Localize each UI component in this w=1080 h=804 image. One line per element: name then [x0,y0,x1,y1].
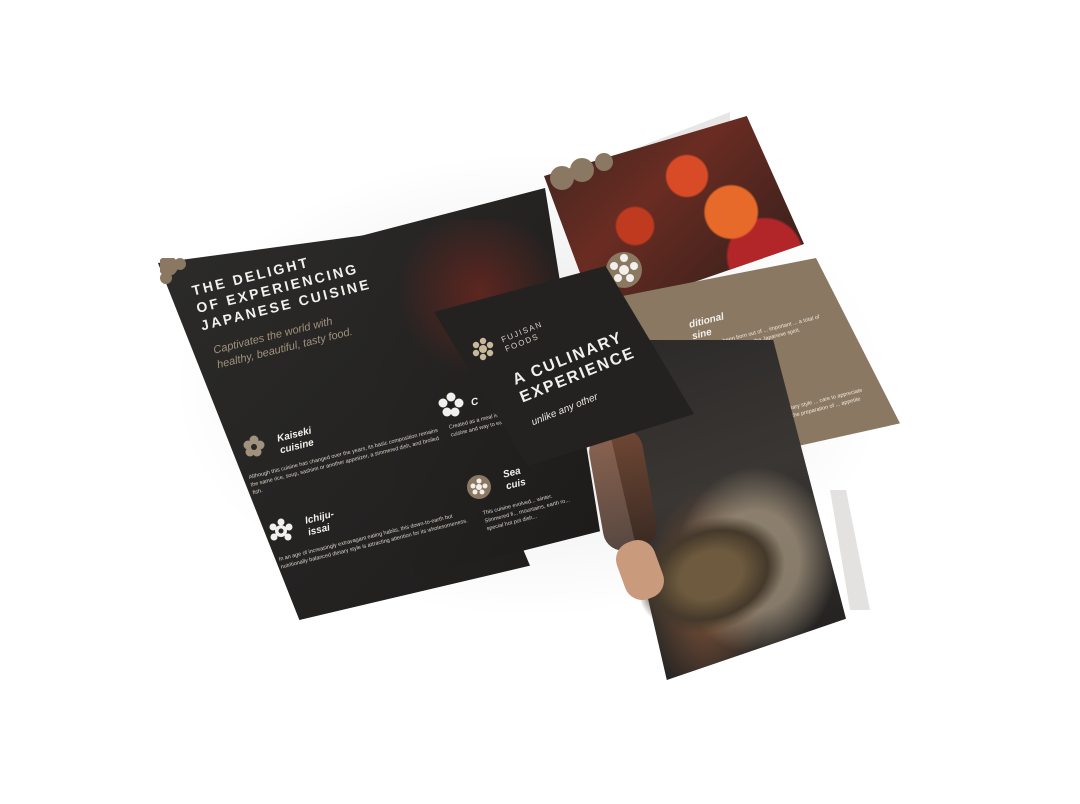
corner-flower-icon [548,152,618,197]
flower-icon [466,474,492,505]
flower-icon [268,518,294,549]
flower-icon [242,434,266,463]
brand-flower-icon [470,336,496,367]
corner-flower-icon [158,256,196,299]
flower-icon [438,392,464,423]
